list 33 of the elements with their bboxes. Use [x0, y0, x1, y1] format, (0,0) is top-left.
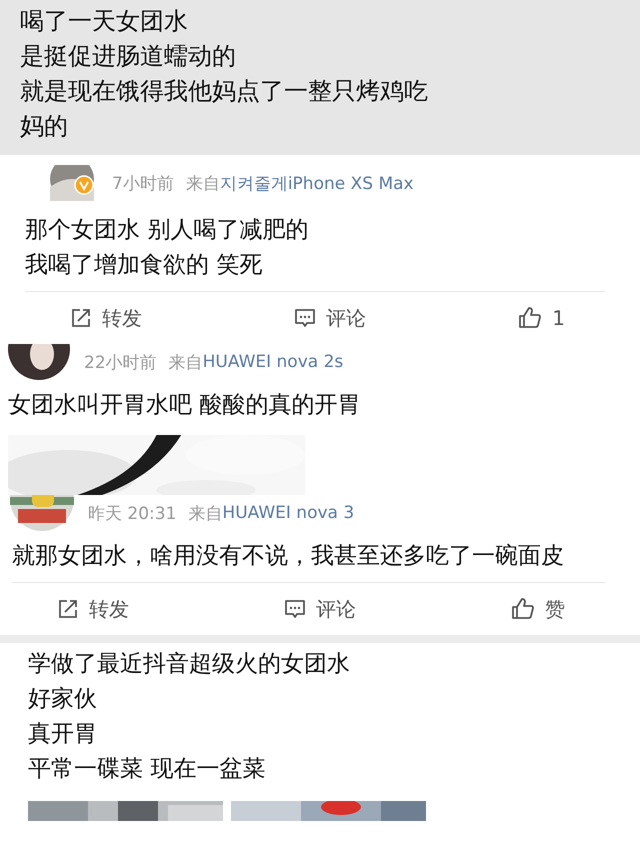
- source-link[interactable]: 지켜줄게iPhone XS Max: [220, 172, 414, 194]
- source-prefix: 来自: [168, 352, 203, 374]
- repost-button[interactable]: 转发: [57, 596, 129, 622]
- post-text: 好家伙: [28, 685, 98, 714]
- thumbs-up-icon: [511, 597, 535, 621]
- source-prefix: 来自: [188, 502, 222, 524]
- post-text: 学做了最近抖音超级火的女团水: [28, 650, 351, 679]
- comment-button[interactable]: 评论: [284, 596, 356, 622]
- thumbs-up-icon: [518, 306, 542, 330]
- comment-icon: [284, 598, 306, 620]
- post-text: 就是现在饿得我他妈点了一整只烤鸡吃: [20, 76, 429, 107]
- comment-icon: [294, 307, 316, 329]
- source-link[interactable]: HUAWEI nova 2s: [202, 352, 344, 372]
- post-text: 我喝了增加食欲的 笑死: [25, 251, 264, 280]
- post-text: 妈的: [20, 111, 69, 142]
- like-button[interactable]: 1: [518, 306, 565, 330]
- post-text: 就那女团水，啥用没有不说，我甚至还多吃了一碗面皮: [12, 542, 565, 571]
- post-time: 7小时前: [112, 172, 174, 194]
- comment-button[interactable]: 评论: [294, 304, 366, 332]
- source-prefix: 来自: [186, 172, 220, 194]
- like-button[interactable]: 赞: [511, 596, 565, 622]
- post-text: 是挺促进肠道蠕动的: [20, 41, 237, 72]
- post-text: 真开胃: [28, 720, 98, 749]
- source-link[interactable]: HUAWEI nova 3: [222, 503, 354, 523]
- post-time: 昨天 20:31: [88, 502, 176, 524]
- repost-icon: [57, 598, 79, 620]
- post-text: 那个女团水 别人喝了减肥的: [25, 216, 310, 245]
- post-text: 平常一碟菜 现在一盆菜: [28, 755, 266, 784]
- post-text: 喝了一天女团水: [20, 6, 189, 37]
- repost-button[interactable]: 转发: [70, 304, 142, 332]
- repost-icon: [70, 307, 92, 329]
- post-text: 女团水叫开胃水吧 酸酸的真的开胃: [8, 391, 362, 420]
- post-time: 22小时前: [84, 352, 157, 374]
